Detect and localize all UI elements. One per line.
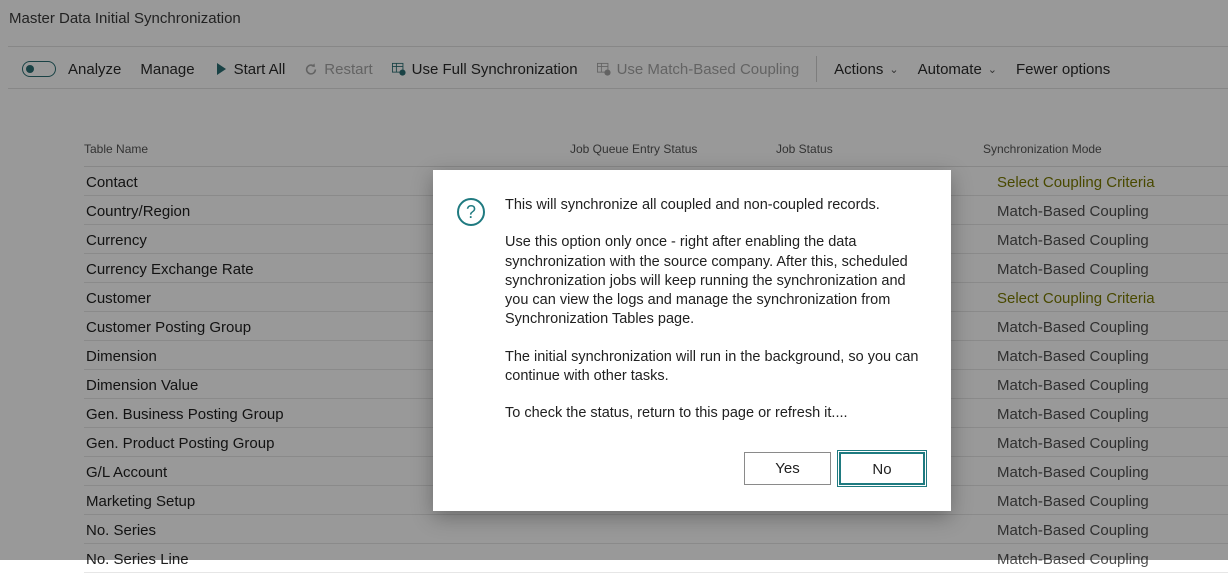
dialog-paragraph: The initial synchronization will run in … — [505, 348, 930, 387]
dialog-paragraph: This will synchronize all coupled and no… — [505, 196, 930, 215]
yes-button[interactable]: Yes — [744, 452, 831, 485]
dialog-paragraph: To check the status, return to this page… — [505, 404, 930, 423]
dialog-paragraph: Use this option only once - right after … — [505, 233, 930, 329]
no-button[interactable]: No — [839, 452, 925, 485]
dialog-message: This will synchronize all coupled and no… — [505, 196, 930, 424]
confirm-dialog: ? This will synchronize all coupled and … — [433, 170, 951, 511]
question-icon: ? — [457, 198, 485, 226]
